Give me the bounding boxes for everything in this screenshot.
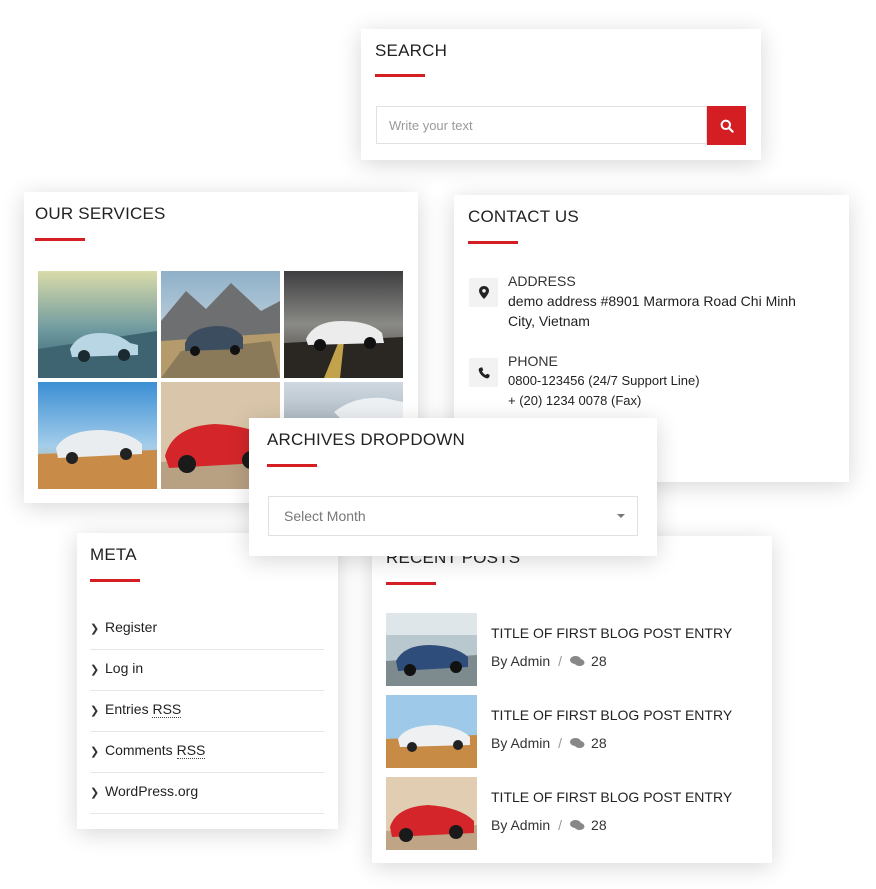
- search-icon: [720, 119, 734, 133]
- address-line: City, Vietnam: [508, 313, 590, 329]
- phone-line: + (20) 1234 0078 (Fax): [508, 393, 642, 408]
- post-title[interactable]: TITLE OF FIRST BLOG POST ENTRY: [491, 625, 732, 641]
- search-button[interactable]: [707, 106, 746, 145]
- comments-icon: [570, 656, 585, 667]
- phone-icon: [469, 358, 498, 387]
- map-marker-icon: [469, 278, 498, 307]
- post-thumbnail[interactable]: [386, 777, 477, 850]
- comment-count[interactable]: 28: [591, 817, 607, 833]
- title-underline: [267, 464, 317, 467]
- widget-title: ARCHIVES DROPDOWN: [267, 430, 465, 449]
- phone-label: PHONE: [508, 353, 558, 369]
- post-thumbnail[interactable]: [386, 695, 477, 768]
- service-image[interactable]: [284, 271, 403, 378]
- meta-link-wordpress[interactable]: ❯ WordPress.org: [90, 774, 324, 814]
- comments-icon: [570, 738, 585, 749]
- meta-separator: /: [558, 735, 563, 751]
- widget-title: OUR SERVICES: [35, 204, 166, 223]
- meta-link-register[interactable]: ❯ Register: [90, 610, 324, 650]
- post-author[interactable]: By Admin: [491, 735, 550, 751]
- archives-widget: ARCHIVES DROPDOWN Select Month: [249, 418, 657, 556]
- chevron-right-icon: ❯: [90, 787, 100, 799]
- rss-abbr: RSS: [152, 701, 182, 718]
- comment-count[interactable]: 28: [591, 653, 607, 669]
- address-line: demo address #8901 Marmora Road Chi Minh: [508, 293, 796, 309]
- title-underline: [386, 582, 436, 585]
- meta-separator: /: [558, 817, 563, 833]
- post-author[interactable]: By Admin: [491, 817, 550, 833]
- address-label: ADDRESS: [508, 273, 576, 289]
- service-image[interactable]: [38, 271, 157, 378]
- chevron-right-icon: ❯: [90, 623, 100, 635]
- meta-link-label: Comments: [105, 742, 173, 758]
- meta-link-label: Register: [105, 619, 158, 635]
- title-underline: [90, 579, 140, 582]
- widget-title: CONTACT US: [468, 207, 579, 226]
- title-underline: [468, 241, 518, 244]
- select-value: Select Month: [284, 508, 366, 524]
- caret-down-icon: [617, 514, 625, 518]
- chevron-right-icon: ❯: [90, 664, 100, 676]
- post-meta: By Admin / 28: [491, 817, 607, 833]
- phone-line: 0800-123456 (24/7 Support Line): [508, 373, 700, 388]
- post-author[interactable]: By Admin: [491, 653, 550, 669]
- meta-link-label: Entries: [105, 701, 149, 717]
- meta-link-label: Log in: [105, 660, 144, 676]
- widget-title: SEARCH: [375, 41, 448, 60]
- service-image[interactable]: [38, 382, 157, 489]
- post-title[interactable]: TITLE OF FIRST BLOG POST ENTRY: [491, 707, 732, 723]
- post-meta: By Admin / 28: [491, 735, 607, 751]
- meta-link-login[interactable]: ❯ Log in: [90, 651, 324, 691]
- meta-link-label: WordPress.org: [105, 783, 199, 799]
- service-image[interactable]: [161, 271, 280, 378]
- title-underline: [375, 74, 425, 77]
- widget-title: META: [90, 545, 137, 564]
- search-widget: SEARCH: [361, 29, 761, 160]
- recent-posts-widget: RECENT POSTS TITLE OF FIRST BLOG POST EN…: [372, 536, 772, 863]
- comments-icon: [570, 820, 585, 831]
- meta-link-entries-rss[interactable]: ❯ Entries RSS: [90, 692, 324, 732]
- month-select[interactable]: Select Month: [268, 496, 638, 536]
- meta-separator: /: [558, 653, 563, 669]
- meta-widget: META ❯ Register ❯ Log in ❯ Entries RSS ❯…: [77, 533, 338, 829]
- post-thumbnail[interactable]: [386, 613, 477, 686]
- meta-link-comments-rss[interactable]: ❯ Comments RSS: [90, 733, 324, 773]
- title-underline: [35, 238, 85, 241]
- chevron-right-icon: ❯: [90, 705, 100, 717]
- comment-count[interactable]: 28: [591, 735, 607, 751]
- post-title[interactable]: TITLE OF FIRST BLOG POST ENTRY: [491, 789, 732, 805]
- post-meta: By Admin / 28: [491, 653, 607, 669]
- rss-abbr: RSS: [176, 742, 206, 759]
- search-input[interactable]: [376, 106, 707, 144]
- chevron-right-icon: ❯: [90, 746, 100, 758]
